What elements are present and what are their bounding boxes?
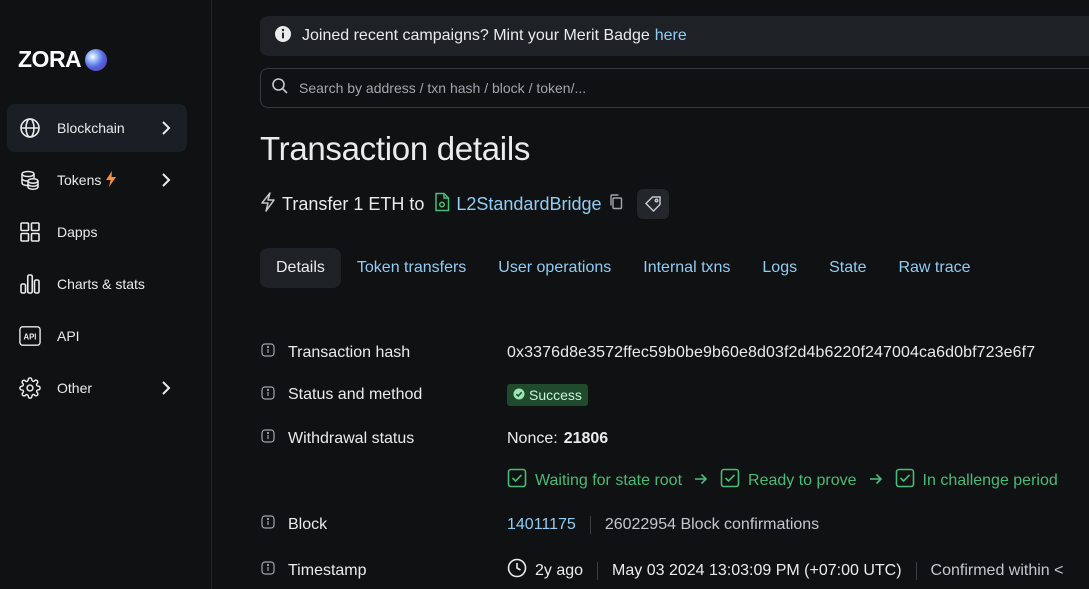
sidebar-item-other[interactable]: Other [7, 364, 187, 412]
chevron-right-icon [157, 171, 175, 189]
divider [597, 561, 599, 580]
tab-internal-txns[interactable]: Internal txns [627, 248, 746, 288]
info-tooltip-icon[interactable] [260, 342, 276, 363]
timestamp-absolute: May 03 2024 13:03:09 PM (+07:00 UTC) [612, 561, 902, 579]
timestamp-relative: 2y ago [535, 561, 584, 579]
lightning-icon [260, 191, 276, 217]
arrow-right-icon [694, 472, 708, 490]
tab-logs[interactable]: Logs [746, 248, 813, 288]
block-confirmations: 26022954 Block confirmations [604, 515, 820, 533]
clock-icon [507, 558, 527, 583]
detail-row-tx-hash: Transaction hash 0x3376d8e3572ffec59b0be… [260, 342, 1035, 363]
add-tag-button[interactable] [637, 189, 670, 219]
checkbox-checked-icon [895, 468, 915, 493]
info-tooltip-icon[interactable] [260, 560, 276, 581]
sidebar-item-tokens[interactable]: Tokens [7, 156, 187, 204]
search-bar[interactable] [260, 68, 1089, 108]
gear-icon [19, 377, 41, 399]
zora-orb-icon [85, 48, 108, 71]
detail-label: Transaction hash [288, 343, 411, 361]
sidebar-item-blockchain[interactable]: Blockchain [7, 104, 187, 152]
search-icon [271, 77, 289, 100]
info-tooltip-icon[interactable] [260, 385, 276, 406]
contract-link[interactable]: L2StandardBridge [456, 194, 601, 215]
chevron-right-icon [157, 379, 175, 397]
detail-label: Timestamp [288, 561, 367, 579]
coins-icon [19, 169, 41, 191]
main-content: Joined recent campaigns? Mint your Merit… [212, 0, 1089, 589]
merit-badge-link[interactable]: here [655, 27, 687, 45]
detail-label: Status and method [288, 386, 423, 403]
tab-raw-trace[interactable]: Raw trace [882, 248, 986, 288]
status-badge: Success [507, 384, 588, 406]
detail-row-timestamp: Timestamp 2y ago May 03 2024 13:03:09 PM… [260, 558, 1064, 583]
withdrawal-step: Ready to prove [720, 468, 857, 493]
lightning-icon [105, 170, 117, 190]
step-label: Ready to prove [748, 471, 857, 489]
tag-icon [645, 196, 662, 213]
detail-label: Block [288, 515, 328, 533]
tab-state[interactable]: State [813, 248, 882, 288]
detail-row-status: Status and method Success [260, 384, 588, 406]
status-text: Success [529, 387, 582, 403]
sidebar-item-label: Other [57, 380, 93, 396]
sidebar-item-label: Dapps [57, 224, 98, 240]
tab-bar: Details Token transfers User operations … [260, 248, 987, 288]
divider [589, 515, 591, 534]
checkbox-checked-icon [507, 468, 527, 493]
info-icon [274, 25, 292, 48]
checkbox-checked-icon [720, 468, 740, 493]
info-tooltip-icon[interactable] [260, 514, 276, 535]
step-label: In challenge period [922, 471, 1058, 489]
detail-row-block: Block 14011175 26022954 Block confirmati… [260, 514, 819, 535]
summary-text: Transfer 1 ETH to [282, 193, 425, 214]
withdrawal-step: In challenge period [895, 468, 1058, 493]
step-label: Waiting for state root [535, 471, 683, 489]
merit-badge-alert: Joined recent campaigns? Mint your Merit… [260, 16, 1089, 56]
detail-label: Withdrawal status [288, 429, 415, 447]
block-number-link[interactable]: 14011175 [507, 516, 576, 534]
tx-hash-value: 0x3376d8e3572ffec59b0be9b60e8d03f2d4b622… [507, 343, 1036, 361]
bar-chart-icon [19, 273, 41, 295]
alert-text: Joined recent campaigns? Mint your Merit… [302, 27, 650, 44]
svg-text:API: API [24, 333, 37, 342]
divider [915, 561, 917, 580]
nonce-value: 21806 [563, 429, 609, 447]
globe-icon [19, 117, 41, 139]
arrow-right-icon [869, 472, 883, 490]
chevron-right-icon [157, 119, 175, 137]
sidebar-item-dapps[interactable]: Dapps [7, 208, 187, 256]
sidebar-item-label: Tokens [57, 172, 102, 188]
search-input[interactable] [297, 79, 1057, 97]
confirmed-within: Confirmed within < [930, 561, 1064, 579]
nonce-label: Nonce: [507, 429, 558, 447]
api-icon: API [19, 325, 41, 347]
sidebar-item-label: Charts & stats [57, 276, 145, 292]
logo-text: ZORA [18, 46, 82, 72]
withdrawal-steps: Waiting for state root Ready to prove In… [507, 468, 1058, 493]
check-circle-icon [513, 387, 525, 403]
sidebar-item-label: Blockchain [57, 120, 125, 136]
info-tooltip-icon[interactable] [260, 428, 276, 449]
copy-icon[interactable] [609, 193, 623, 215]
sidebar-item-label: API [57, 328, 80, 344]
sidebar: ZORA Blockchain Tokens Dapps Charts & st… [0, 0, 212, 589]
sidebar-item-charts-stats[interactable]: Charts & stats [7, 260, 187, 308]
page-title: Transaction details [260, 130, 531, 167]
sidebar-item-api[interactable]: API API [7, 312, 187, 360]
transaction-summary: Transfer 1 ETH to L2StandardBridge [260, 188, 670, 220]
tab-token-transfers[interactable]: Token transfers [341, 248, 482, 288]
contract-file-icon [434, 192, 450, 217]
sidebar-nav: Blockchain Tokens Dapps Charts & stats A… [7, 104, 187, 416]
apps-grid-icon [19, 221, 41, 243]
tab-user-operations[interactable]: User operations [482, 248, 627, 288]
tab-details[interactable]: Details [260, 248, 341, 288]
withdrawal-step: Waiting for state root [507, 468, 682, 493]
detail-row-withdrawal: Withdrawal status Nonce: 21806 [260, 428, 608, 449]
zora-logo[interactable]: ZORA [18, 46, 108, 73]
